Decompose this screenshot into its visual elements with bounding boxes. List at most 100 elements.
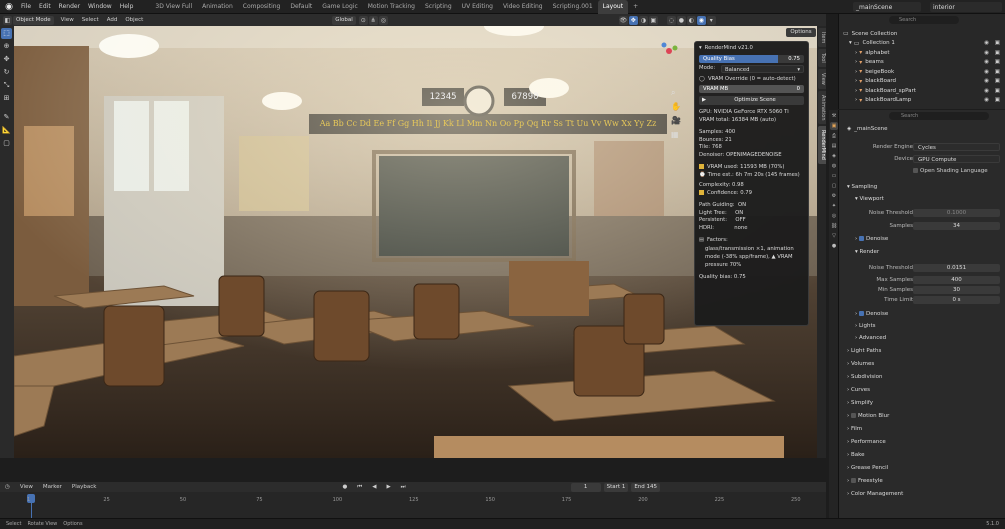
modifier-tab-icon[interactable]: ⚙ xyxy=(830,192,838,200)
play-icon[interactable]: ▶ xyxy=(381,484,395,490)
vram-mb-field[interactable]: VRAM MB 0 xyxy=(699,85,804,93)
tab-compositing[interactable]: Compositing xyxy=(238,0,286,14)
navigation-gizmo[interactable] xyxy=(660,42,678,60)
tab-video-editing[interactable]: Video Editing xyxy=(498,0,548,14)
r-noise-threshold-field[interactable]: 0.0151 xyxy=(913,264,1000,272)
options-dropdown[interactable]: Options xyxy=(786,28,816,37)
outliner-item[interactable]: › ▾ alphabet ◉ ▣ xyxy=(843,48,1003,58)
tab-scripting-001[interactable]: Scripting.001 xyxy=(548,0,598,14)
jump-start-icon[interactable]: ⏮ xyxy=(352,484,367,491)
constraints-tab-icon[interactable]: ⛓ xyxy=(830,222,838,230)
add-cube-icon[interactable]: ▢ xyxy=(1,138,12,149)
sidebar-tab-animation[interactable]: Animation xyxy=(818,90,826,125)
editor-type-icon[interactable]: ◧ xyxy=(3,15,12,25)
eye-icon[interactable]: ◉ xyxy=(984,88,989,94)
shading-solid-icon[interactable]: ● xyxy=(676,15,686,25)
camera-icon[interactable]: ▣ xyxy=(995,59,1000,65)
pan-hand-icon[interactable]: ✋ xyxy=(671,100,681,114)
grease-pencil-section[interactable]: › Grease Pencil xyxy=(847,465,888,471)
blender-logo-icon[interactable]: ◉ xyxy=(3,1,15,13)
camera-icon[interactable]: ▣ xyxy=(995,50,1000,56)
menu-object[interactable]: Object xyxy=(121,17,147,23)
eye-icon[interactable]: ◉ xyxy=(984,78,989,84)
lights-subsection[interactable]: › Lights xyxy=(855,323,876,329)
tab-game-logic[interactable]: Game Logic xyxy=(317,0,362,14)
menu-file[interactable]: File xyxy=(17,0,35,14)
outliner-item[interactable]: › ▾ beams ◉ ▣ xyxy=(843,58,1003,68)
object-tab-icon[interactable]: ▢ xyxy=(830,182,838,190)
outliner-item[interactable]: › ▾ blackBoard ◉ ▣ xyxy=(843,77,1003,87)
move-icon[interactable]: ✥ xyxy=(1,54,12,65)
tab-motion-tracking[interactable]: Motion Tracking xyxy=(363,0,420,14)
viewport-subsection[interactable]: ▾ Viewport xyxy=(855,196,884,202)
camera-view-icon[interactable]: 🎥 xyxy=(671,114,681,128)
quality-bias-slider[interactable]: Quality Bias 0.75 xyxy=(699,54,804,63)
tab-animation[interactable]: Animation xyxy=(197,0,238,14)
advanced-subsection[interactable]: › Advanced xyxy=(855,335,886,341)
outliner-item[interactable]: › ▾ beigeBook ◉ ▣ xyxy=(843,67,1003,77)
color-management-section[interactable]: › Color Management xyxy=(847,491,903,497)
menu-render[interactable]: Render xyxy=(55,0,84,14)
scene-selector[interactable]: _mainScene xyxy=(853,2,921,12)
performance-section[interactable]: › Performance xyxy=(847,439,886,445)
shading-options-icon[interactable]: ▾ xyxy=(706,15,716,25)
outliner-item[interactable]: › ▾ blackBoard_spPart ◉ ▣ xyxy=(843,86,1003,96)
measure-icon[interactable]: 📐 xyxy=(1,125,12,136)
physics-tab-icon[interactable]: ◎ xyxy=(830,212,838,220)
timeline-menu-view[interactable]: View xyxy=(15,484,38,490)
menu-edit[interactable]: Edit xyxy=(35,0,55,14)
shading-material-icon[interactable]: ◐ xyxy=(686,15,696,25)
annotate-icon[interactable]: ✎ xyxy=(1,112,12,123)
eye-icon[interactable]: ◉ xyxy=(984,69,989,75)
eye-icon[interactable]: ◉ xyxy=(984,97,989,103)
tab-uv-editing[interactable]: UV Editing xyxy=(457,0,498,14)
mode-select[interactable]: Balanced ▾ xyxy=(721,64,804,73)
time-limit-field[interactable]: 0 s xyxy=(913,296,1000,304)
sampling-section[interactable]: ▾ Sampling xyxy=(847,184,877,190)
output-tab-icon[interactable]: ⎙ xyxy=(830,132,838,140)
camera-icon[interactable]: ▣ xyxy=(995,69,1000,75)
cursor-icon[interactable]: ⊕ xyxy=(1,41,12,52)
start-frame-field[interactable]: Start 1 xyxy=(603,482,629,492)
tab-3d-view-full[interactable]: 3D View Full xyxy=(150,0,197,14)
sidebar-tab-tool[interactable]: Tool xyxy=(818,49,826,68)
tab-default[interactable]: Default xyxy=(285,0,317,14)
menu-window[interactable]: Window xyxy=(84,0,116,14)
eye-icon[interactable]: ◉ xyxy=(984,40,989,46)
world-tab-icon[interactable]: ◍ xyxy=(830,162,838,170)
view-layer-tab-icon[interactable]: ▤ xyxy=(830,142,838,150)
camera-icon[interactable]: ▣ xyxy=(995,88,1000,94)
curves-section[interactable]: › Curves xyxy=(847,387,870,393)
outliner-item[interactable]: › ▾ blackBoardLamp ◉ ▣ xyxy=(843,96,1003,106)
sidebar-tab-view[interactable]: View xyxy=(818,69,826,89)
collection-tab-icon[interactable]: ▭ xyxy=(830,172,838,180)
timeline-menu-playback[interactable]: Playback xyxy=(67,484,102,490)
max-samples-field[interactable]: 400 xyxy=(913,276,1000,284)
add-workspace-icon[interactable]: + xyxy=(628,0,643,14)
tab-scripting[interactable]: Scripting xyxy=(420,0,457,14)
shading-rendered-icon[interactable]: ◉ xyxy=(696,15,706,25)
outliner-search[interactable]: Search xyxy=(889,16,959,24)
zoom-icon[interactable]: ⌕ xyxy=(671,86,681,100)
gizmo-icon[interactable]: ✥ xyxy=(628,15,638,25)
sidebar-tab-rendermind[interactable]: RenderMind xyxy=(818,126,826,165)
vp-denoise-subsection[interactable]: › Denoise xyxy=(855,236,888,242)
menu-help[interactable]: Help xyxy=(116,0,138,14)
volumes-section[interactable]: › Volumes xyxy=(847,361,874,367)
device-select[interactable]: GPU Compute xyxy=(913,155,1000,163)
sidebar-tab-item[interactable]: Item xyxy=(818,28,826,48)
eye-icon[interactable]: ◉ xyxy=(984,50,989,56)
timeline-menu-marker[interactable]: Marker xyxy=(38,484,67,490)
particles-tab-icon[interactable]: ✦ xyxy=(830,202,838,210)
rendermind-header[interactable]: ▾ RenderMind v21.0 xyxy=(699,45,804,53)
camera-icon[interactable]: ▣ xyxy=(995,78,1000,84)
osl-checkbox[interactable]: Open Shading Language xyxy=(913,168,988,174)
tab-layout[interactable]: Layout xyxy=(597,0,629,14)
menu-view[interactable]: View xyxy=(57,17,78,23)
outliner-collection-1[interactable]: ▾ ▭ Collection 1 ◉ ▣ xyxy=(843,39,1003,49)
optimize-scene-button[interactable]: ▶ Optimize Scene xyxy=(699,96,804,105)
camera-icon[interactable]: ▣ xyxy=(995,40,1000,46)
overlay-icon[interactable]: ◑ xyxy=(638,15,648,25)
render-subsection[interactable]: ▾ Render xyxy=(855,249,879,255)
bake-section[interactable]: › Bake xyxy=(847,452,864,458)
